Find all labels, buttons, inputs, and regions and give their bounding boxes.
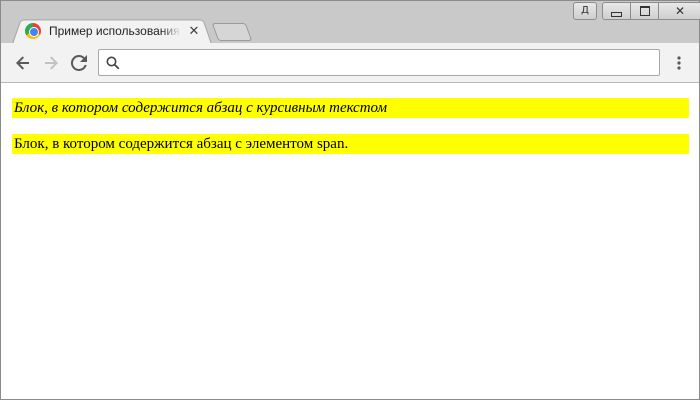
- tab-title: Пример использования jQuery: [49, 24, 181, 38]
- reload-button[interactable]: [69, 53, 89, 73]
- address-bar[interactable]: [98, 49, 660, 76]
- new-tab-button[interactable]: [211, 23, 253, 41]
- menu-icon: [677, 56, 681, 70]
- reload-icon: [71, 55, 87, 71]
- forward-button[interactable]: [41, 53, 61, 73]
- page-content: Блок, в котором содержится абзац с курси…: [1, 84, 699, 399]
- back-button[interactable]: [13, 53, 33, 73]
- search-icon: [106, 56, 120, 70]
- maximize-button[interactable]: [630, 2, 659, 20]
- close-window-button[interactable]: ✕: [658, 2, 700, 20]
- window-controls: ✕: [602, 2, 700, 20]
- browser-window: Пример использования jQuery ✕ Д ✕: [0, 0, 700, 400]
- back-arrow-icon: [16, 56, 29, 70]
- tab-close-icon[interactable]: ✕: [187, 24, 201, 38]
- forward-arrow-icon: [45, 56, 58, 70]
- span-paragraph-block: Блок, в котором содержится абзац с элеме…: [12, 134, 689, 154]
- favicon-icon: [25, 23, 41, 39]
- browser-toolbar: [1, 43, 699, 83]
- browser-menu-button[interactable]: [669, 53, 689, 73]
- active-tab-content[interactable]: Пример использования jQuery ✕: [25, 20, 205, 42]
- minimize-button[interactable]: [602, 2, 631, 20]
- italic-paragraph-block: Блок, в котором содержится абзац с курси…: [12, 98, 689, 118]
- address-input[interactable]: [127, 53, 652, 73]
- title-bar: Пример использования jQuery ✕ Д ✕: [1, 1, 700, 44]
- profile-button[interactable]: Д: [573, 2, 597, 20]
